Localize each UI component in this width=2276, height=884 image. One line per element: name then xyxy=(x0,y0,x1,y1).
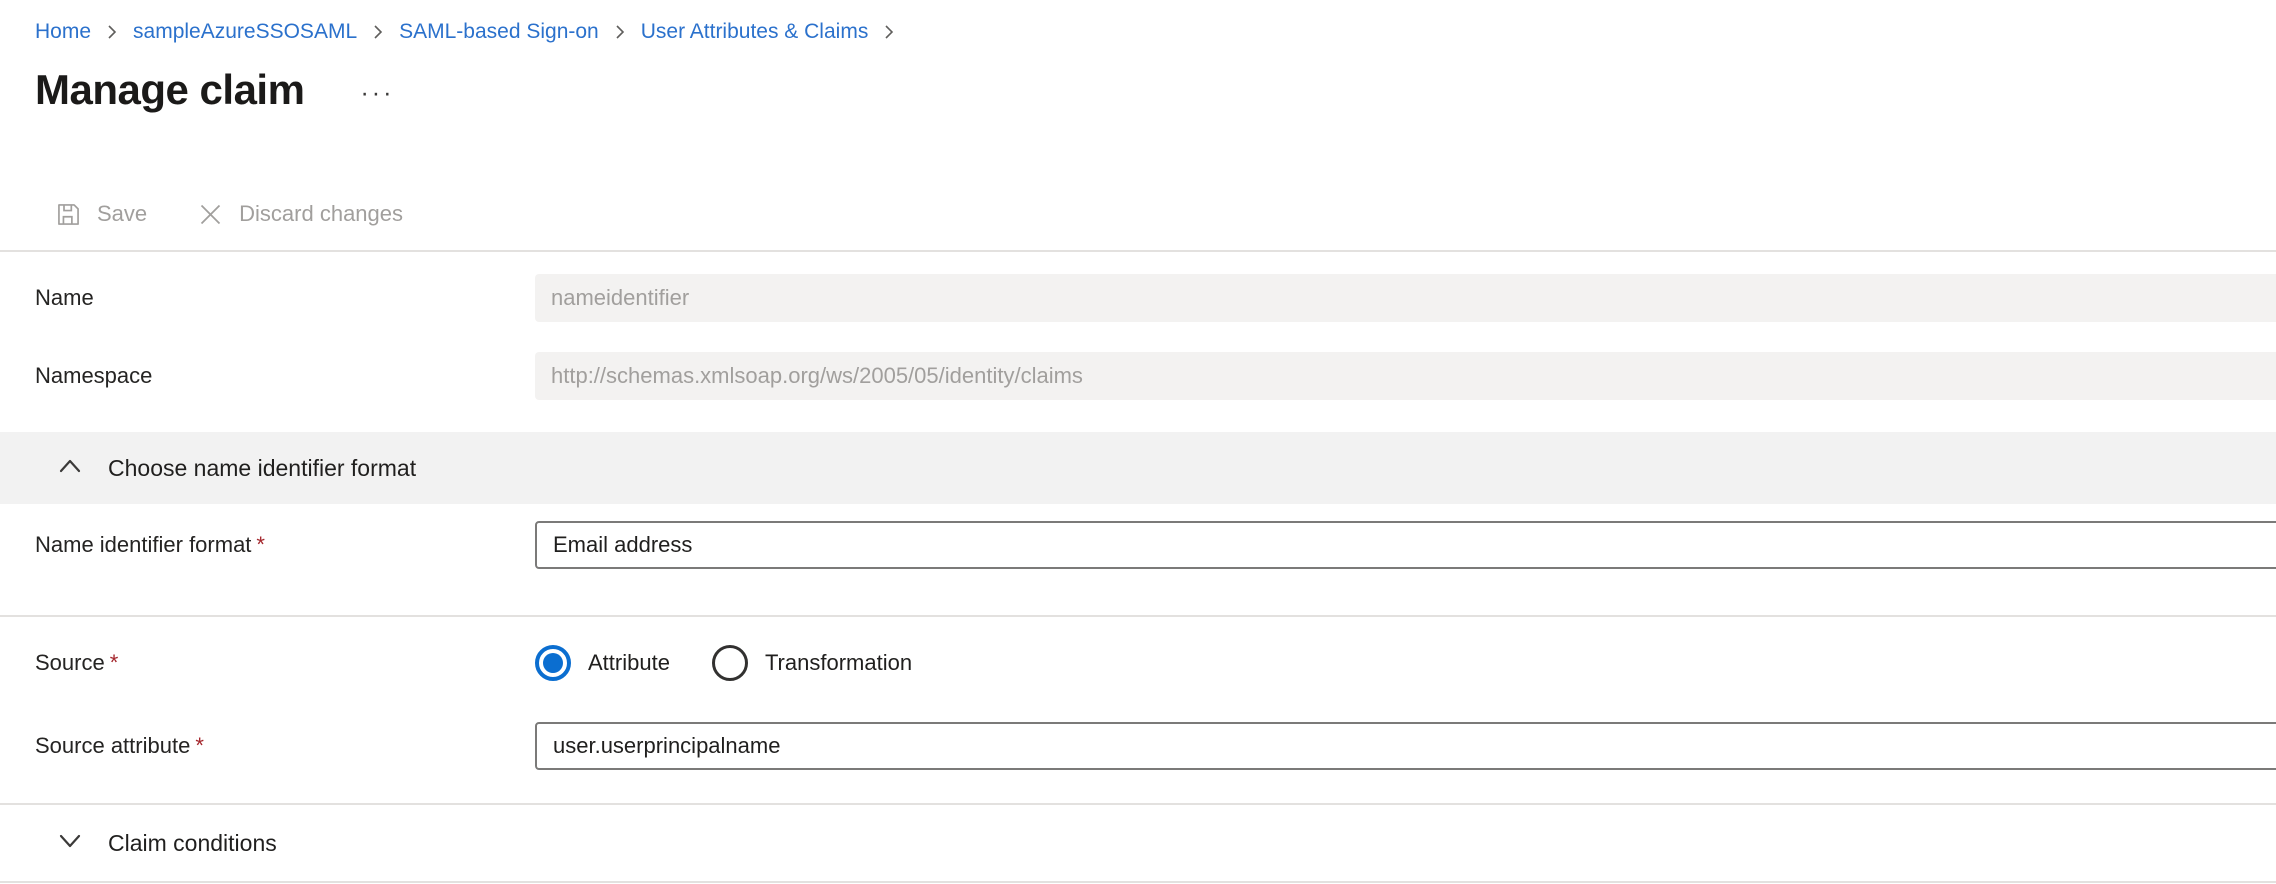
namespace-label: Namespace xyxy=(35,363,535,389)
discard-changes-button[interactable]: Discard changes xyxy=(197,201,403,228)
chevron-right-icon xyxy=(613,22,627,42)
title-row: Manage claim ··· xyxy=(0,62,2276,118)
discard-changes-label: Discard changes xyxy=(239,201,403,227)
save-button[interactable]: Save xyxy=(55,201,147,228)
name-identifier-format-select[interactable] xyxy=(535,521,2276,569)
save-icon xyxy=(55,201,82,228)
namespace-input xyxy=(535,352,2276,400)
breadcrumb: Home sampleAzureSSOSAML SAML-based Sign-… xyxy=(0,0,2276,46)
more-menu-icon[interactable]: ··· xyxy=(360,77,394,103)
source-radio-group: Attribute Transformation xyxy=(535,645,2276,681)
section-claim-conditions[interactable]: Claim conditions xyxy=(0,805,2276,881)
source-label: Source* xyxy=(35,650,535,676)
save-button-label: Save xyxy=(97,201,147,227)
radio-label: Transformation xyxy=(765,650,912,676)
chevron-right-icon xyxy=(105,22,119,42)
required-marker: * xyxy=(256,532,265,557)
breadcrumb-item-home[interactable]: Home xyxy=(35,18,91,46)
required-marker: * xyxy=(195,733,204,758)
chevron-up-icon xyxy=(58,458,82,479)
source-attribute-combobox[interactable] xyxy=(535,722,2276,770)
radio-label: Attribute xyxy=(588,650,670,676)
chevron-right-icon xyxy=(882,22,896,42)
radio-unselected-icon[interactable] xyxy=(712,645,748,681)
manage-claim-blade: Home sampleAzureSSOSAML SAML-based Sign-… xyxy=(0,0,2276,884)
namespace-field-row: Namespace xyxy=(0,352,2276,400)
section-title: Choose name identifier format xyxy=(108,455,416,482)
source-field-row: Source* Attribute Transformation xyxy=(0,639,2276,687)
name-identifier-format-row: Name identifier format* xyxy=(0,521,2276,569)
section-divider xyxy=(0,881,2276,883)
source-attribute-row: Source attribute* xyxy=(0,722,2276,770)
chevron-down-icon xyxy=(58,833,82,854)
radio-selected-icon[interactable] xyxy=(535,645,571,681)
breadcrumb-item-user-attributes[interactable]: User Attributes & Claims xyxy=(641,18,869,46)
section-divider xyxy=(0,615,2276,617)
name-identifier-format-label: Name identifier format* xyxy=(35,532,535,558)
close-icon xyxy=(197,201,224,228)
breadcrumb-item-saml-signon[interactable]: SAML-based Sign-on xyxy=(399,18,599,46)
source-option-attribute[interactable]: Attribute xyxy=(535,645,670,681)
breadcrumb-item-app[interactable]: sampleAzureSSOSAML xyxy=(133,18,357,46)
command-bar: Save Discard changes xyxy=(0,190,2276,238)
section-title: Claim conditions xyxy=(108,830,277,857)
toolbar-divider xyxy=(0,250,2276,252)
source-option-transformation[interactable]: Transformation xyxy=(712,645,912,681)
name-input xyxy=(535,274,2276,322)
name-label: Name xyxy=(35,285,535,311)
chevron-right-icon xyxy=(371,22,385,42)
name-field-row: Name xyxy=(0,274,2276,322)
page-title: Manage claim xyxy=(35,64,304,116)
required-marker: * xyxy=(110,650,119,675)
source-attribute-label: Source attribute* xyxy=(35,733,535,759)
section-choose-name-identifier-format[interactable]: Choose name identifier format xyxy=(0,432,2276,504)
